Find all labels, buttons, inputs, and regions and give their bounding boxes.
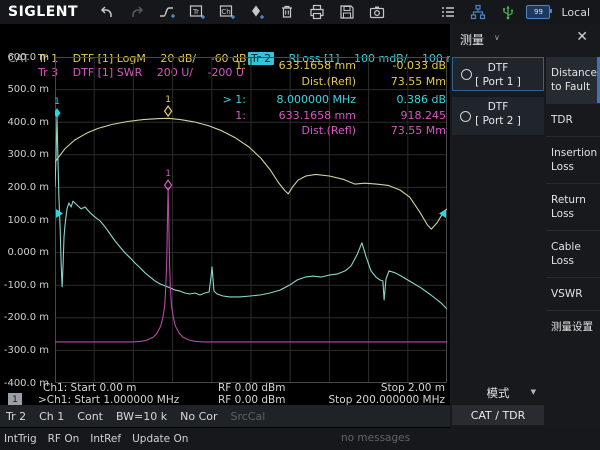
menu-item-insertion-loss[interactable]: Insertion Loss	[546, 136, 600, 183]
message-text: no messages	[341, 432, 410, 444]
dropdown-arrow-icon: ▼	[531, 388, 536, 396]
toolbar: SIGLENT Tr Ch	[0, 0, 600, 24]
lan-icon[interactable]	[465, 3, 491, 21]
chevron-down-icon: ∨	[494, 33, 500, 42]
menu-item-distance-to-fault[interactable]: Distance to Fault	[546, 57, 600, 103]
close-icon[interactable]: ✕	[576, 29, 588, 45]
radio-icon[interactable]	[461, 69, 472, 80]
system-status-intref: IntRef	[90, 433, 121, 445]
ch-glyph: Ch	[221, 8, 230, 16]
toolbar-right-group: 99 Local	[433, 3, 600, 21]
y-tick-label: 200.0 m	[7, 182, 49, 193]
cat-tdr-button[interactable]: CAT / TDR	[452, 405, 544, 425]
menu-icon[interactable]	[435, 3, 461, 21]
marker-readout-row: > 1:8.000000 MHz0.386 dB	[210, 92, 446, 108]
measure-menu: Distance to FaultTDRInsertion LossReturn…	[546, 57, 600, 343]
status-item-cont[interactable]: Cont	[77, 410, 103, 423]
menu-item-测量设置[interactable]: 测量设置	[546, 310, 600, 343]
tr-glyph: Tr	[192, 8, 199, 16]
screenshot-icon[interactable]	[364, 3, 390, 21]
status-item-ch-1[interactable]: Ch 1	[39, 410, 64, 423]
system-status-rf-on: RF On	[48, 433, 80, 445]
y-axis-labels: 600.0 m500.0 m400.0 m300.0 m200.0 m100.0…	[0, 57, 49, 383]
rf-power: RF 0.00 dBm	[218, 382, 286, 394]
marker-readout: 1:633.1658 mm-0.033 dBDist.(Refl)73.55 M…	[210, 58, 446, 139]
marker-label: 1	[165, 169, 171, 179]
print-icon[interactable]	[304, 3, 330, 21]
y-tick-label: -300.0 m	[4, 345, 49, 356]
port-option-1[interactable]: DTF[ Port 1 ]	[452, 57, 544, 91]
usb-icon[interactable]	[495, 3, 521, 21]
menu-item-return-loss[interactable]: Return Loss	[546, 183, 600, 230]
y-tick-label: -200.0 m	[4, 312, 49, 323]
status-bar: Tr 2 Ch 1 Cont BW=10 k No Cor SrcCal	[0, 405, 450, 427]
mode-selector[interactable]: 模式 ▼	[452, 385, 544, 401]
status-item-srccal[interactable]: SrcCal	[231, 410, 266, 423]
sidebar-header: 测量 ∨ ✕	[450, 24, 600, 54]
y-tick-label: 0.000 m	[7, 247, 49, 258]
marker-label: 1	[55, 97, 60, 107]
status-item-no-cor[interactable]: No Cor	[180, 410, 217, 423]
stop-distance: Stop 2.00 m	[381, 382, 445, 394]
y-tick-label: 600.0 m	[7, 52, 49, 63]
marker-readout-row: 1:633.1658 mm-0.033 dB	[210, 58, 446, 74]
port-option-2[interactable]: DTF[ Port 2 ]	[452, 97, 544, 135]
message-bar: IntTrig RF On IntRef Update On no messages	[0, 428, 600, 450]
add-curve-icon[interactable]	[154, 3, 180, 21]
measure-menu-title[interactable]: 测量	[460, 31, 484, 48]
local-control-label[interactable]: Local	[561, 6, 590, 19]
y-tick-label: 500.0 m	[7, 84, 49, 95]
radio-icon[interactable]	[460, 111, 471, 122]
add-channel-icon[interactable]: Ch	[214, 3, 240, 21]
siglent-logo: SIGLENT	[8, 4, 78, 20]
status-item-bw-10-k[interactable]: BW=10 k	[116, 410, 167, 423]
undo-icon[interactable]	[94, 3, 120, 21]
menu-item-cable-loss[interactable]: Cable Loss	[546, 230, 600, 277]
y-tick-label: 300.0 m	[7, 149, 49, 160]
y-tick-label: 400.0 m	[7, 117, 49, 128]
system-status-inttrig: IntTrig	[4, 433, 37, 445]
status-item-tr-2[interactable]: Tr 2	[6, 410, 26, 423]
marker-readout-row: Dist.(Refl)73.55 Mm	[210, 74, 446, 90]
ref-level-indicator-right	[439, 209, 446, 218]
add-marker-icon[interactable]	[244, 3, 270, 21]
stimulus-row-dtf: Ch1: Start 0.00 m RF 0.00 dBm Stop 2.00 …	[0, 382, 450, 394]
delete-icon[interactable]	[274, 3, 300, 21]
battery-icon[interactable]: 99	[525, 3, 551, 21]
marker-readout-row: 1:633.1658 mm918.245	[210, 108, 446, 124]
marker-readout-row: Dist.(Refl)73.55 Mm	[210, 123, 446, 139]
redo-icon[interactable]	[124, 3, 150, 21]
add-trace-icon[interactable]: Tr	[184, 3, 210, 21]
y-tick-label: 100.0 m	[7, 215, 49, 226]
plot-region: CAT Tr 1 DTF [1] LogM 20 dB/ -60 dB Tr 2…	[0, 24, 450, 405]
menu-item-tdr[interactable]: TDR	[546, 103, 600, 136]
marker-label: 1	[165, 95, 171, 105]
save-icon[interactable]	[334, 3, 360, 21]
menu-item-vswr[interactable]: VSWR	[546, 277, 600, 310]
vna-screen: SIGLENT Tr Ch	[0, 0, 600, 450]
battery-level: 99	[526, 5, 550, 19]
marker-diamond	[165, 106, 172, 116]
measure-sidebar: 测量 ∨ ✕ DTF[ Port 1 ] DTF[ Port 2 ] Distan…	[450, 24, 600, 428]
system-status-update-on: Update On	[132, 433, 188, 445]
mode-label: 模式	[487, 386, 510, 400]
y-tick-label: -100.0 m	[4, 280, 49, 291]
start-distance: Ch1: Start 0.00 m	[43, 382, 136, 394]
